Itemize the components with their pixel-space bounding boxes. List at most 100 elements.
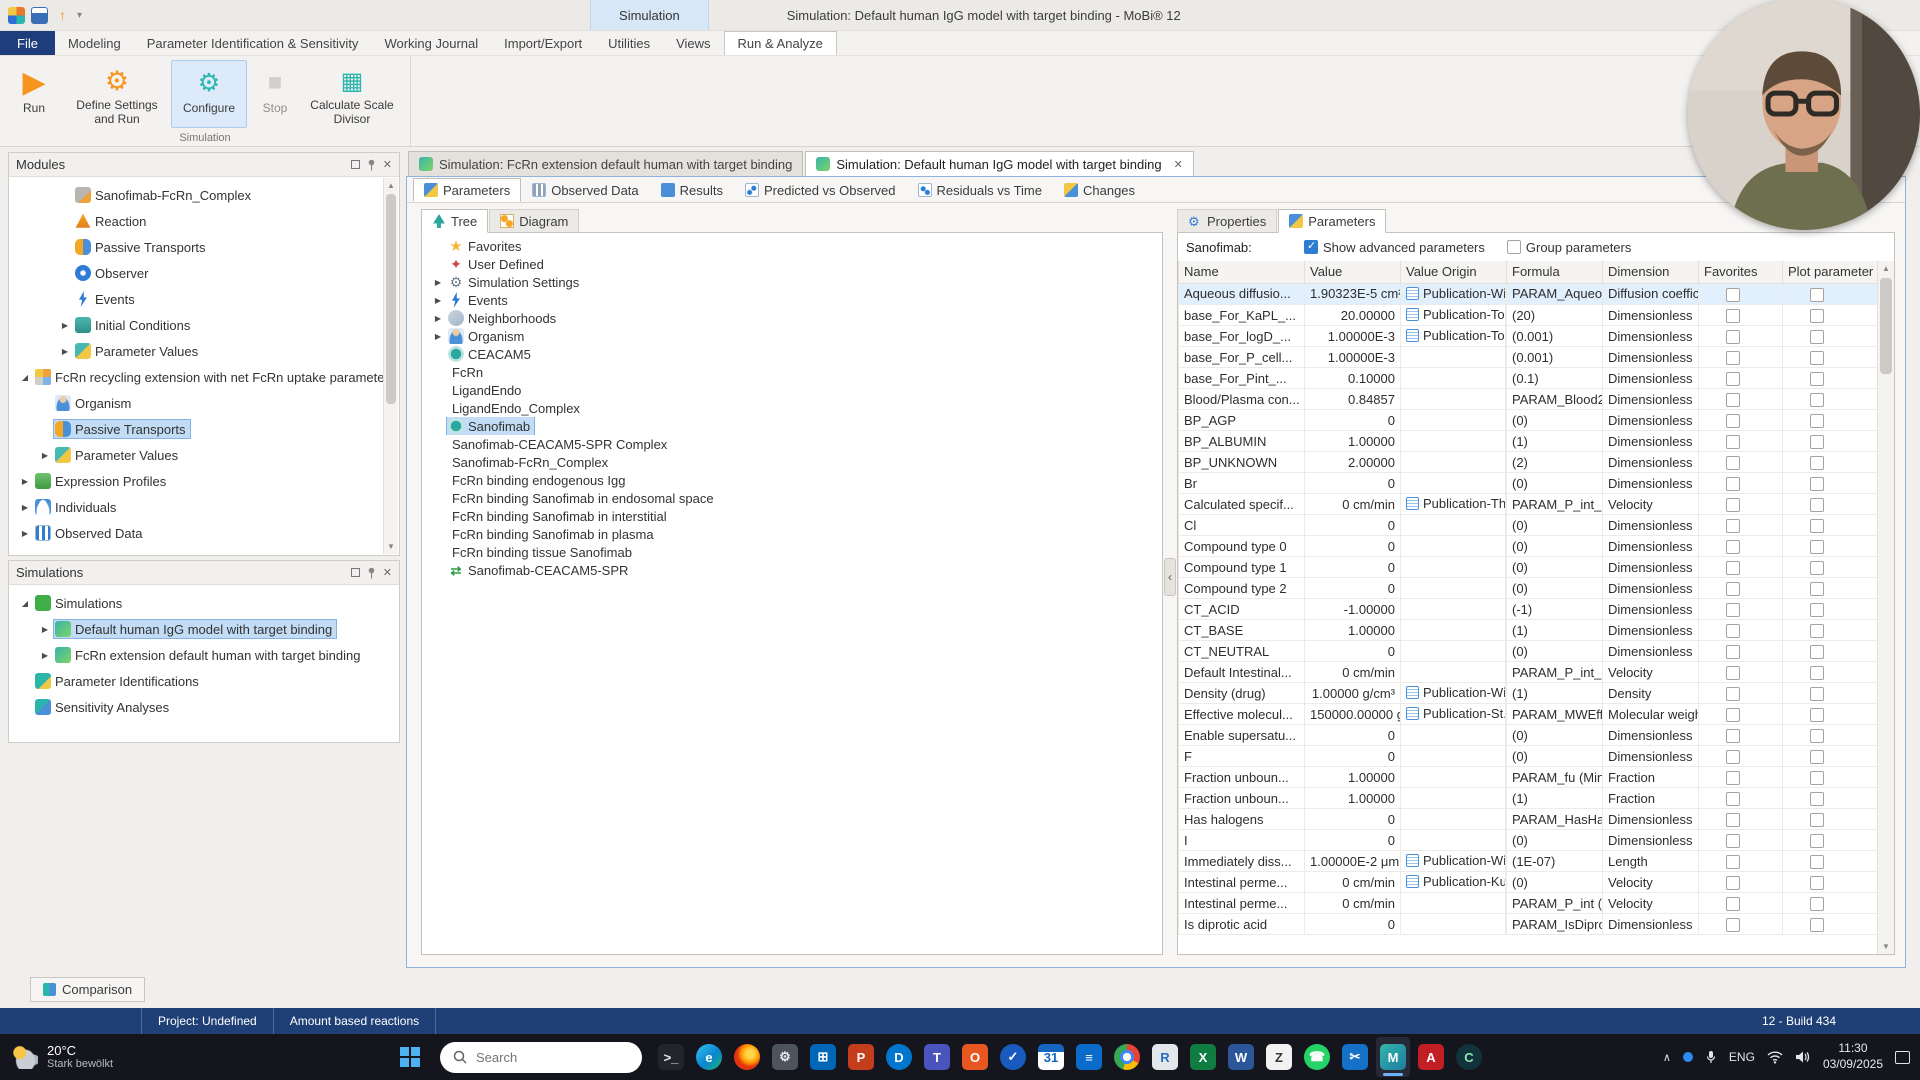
- table-row[interactable]: BP_ALBUMIN1.00000(1)Dimensionless: [1179, 431, 1878, 452]
- plot-parameter-checkbox[interactable]: [1810, 708, 1824, 722]
- tray-expand-icon[interactable]: ∧: [1663, 1051, 1671, 1064]
- taskbar-weather[interactable]: 20°C Stark bewölkt: [0, 1043, 200, 1072]
- expand-arrow-icon[interactable]: ▶: [17, 529, 33, 538]
- taskbar-icon-camtasia[interactable]: C: [1452, 1037, 1486, 1077]
- taskbar-icon-powerpoint[interactable]: P: [844, 1037, 878, 1077]
- plot-parameter-checkbox[interactable]: [1810, 372, 1824, 386]
- favorites-checkbox[interactable]: [1726, 750, 1740, 764]
- table-row[interactable]: Has halogens0PARAM_HasHalo...Dimensionle…: [1179, 809, 1878, 830]
- taskbar-icon-terminal[interactable]: >_: [654, 1037, 688, 1077]
- table-row[interactable]: base_For_P_cell...1.00000E-3(0.001)Dimen…: [1179, 347, 1878, 368]
- expand-arrow-icon[interactable]: ▶: [430, 278, 446, 287]
- taskbar-icon-edge[interactable]: e: [692, 1037, 726, 1077]
- ribbon-button-run[interactable]: Run: [5, 60, 63, 128]
- plot-parameter-checkbox[interactable]: [1810, 918, 1824, 932]
- favorites-checkbox[interactable]: [1726, 897, 1740, 911]
- tab-comparison[interactable]: Comparison: [30, 977, 145, 1002]
- plot-parameter-checkbox[interactable]: [1810, 750, 1824, 764]
- menu-parameter-identification-sensitivity[interactable]: Parameter Identification & Sensitivity: [134, 31, 372, 55]
- favorites-checkbox[interactable]: [1726, 918, 1740, 932]
- taskbar-icon-store[interactable]: ⊞: [806, 1037, 840, 1077]
- plot-parameter-checkbox[interactable]: [1810, 435, 1824, 449]
- taskbar-icon-transit[interactable]: ≡: [1072, 1037, 1106, 1077]
- tray-app-icon[interactable]: [1683, 1052, 1693, 1062]
- tree-item-individuals[interactable]: ▶Individuals: [9, 494, 399, 520]
- plot-parameter-checkbox[interactable]: [1810, 498, 1824, 512]
- mobi-logo-icon[interactable]: [8, 7, 25, 24]
- table-row[interactable]: CT_NEUTRAL0(0)Dimensionless: [1179, 641, 1878, 662]
- column-header-favorites[interactable]: Favorites: [1699, 261, 1783, 283]
- plot-parameter-checkbox[interactable]: [1810, 309, 1824, 323]
- plot-parameter-checkbox[interactable]: [1810, 729, 1824, 743]
- taskbar-icon-todo[interactable]: ✓: [996, 1037, 1030, 1077]
- column-header-plot-parameter[interactable]: Plot parameter: [1783, 261, 1878, 283]
- plot-parameter-checkbox[interactable]: [1810, 792, 1824, 806]
- table-row[interactable]: Compound type 10(0)Dimensionless: [1179, 557, 1878, 578]
- taskbar-icon-mobi[interactable]: M: [1376, 1037, 1410, 1077]
- favorites-checkbox[interactable]: [1726, 687, 1740, 701]
- favorites-checkbox[interactable]: [1726, 792, 1740, 806]
- collapse-arrow-icon[interactable]: ◢: [17, 599, 33, 608]
- expand-arrow-icon[interactable]: ▶: [37, 451, 53, 460]
- tree-item-fcrn-binding-sanofimab-in-interstitial[interactable]: FcRn binding Sanofimab in interstitial: [422, 507, 1162, 525]
- scroll-thumb[interactable]: [386, 194, 396, 404]
- tree-item-initial-conditions[interactable]: ▶Initial Conditions: [9, 312, 399, 338]
- table-row[interactable]: Density (drug)1.00000 g/cm³Publication-W…: [1179, 683, 1878, 704]
- menu-views[interactable]: Views: [663, 31, 723, 55]
- tree-item-fcrn-binding-endogenous-igg[interactable]: FcRn binding endogenous Igg: [422, 471, 1162, 489]
- favorites-checkbox[interactable]: [1726, 414, 1740, 428]
- detail-tab-properties[interactable]: Properties: [1177, 209, 1277, 233]
- export-icon[interactable]: ↑: [54, 7, 71, 24]
- tree-item-sanofimab-ceacam5-spr[interactable]: Sanofimab-CEACAM5-SPR: [422, 561, 1162, 579]
- document-tab[interactable]: Simulation: Default human IgG model with…: [805, 151, 1193, 176]
- table-row[interactable]: Compound type 00(0)Dimensionless: [1179, 536, 1878, 557]
- tree-item-organism[interactable]: Organism: [9, 390, 399, 416]
- tab-residuals-vs-time[interactable]: Residuals vs Time: [907, 178, 1053, 202]
- tab-parameters[interactable]: Parameters: [413, 178, 521, 202]
- close-panel-icon[interactable]: ✕: [383, 158, 392, 171]
- favorites-checkbox[interactable]: [1726, 708, 1740, 722]
- ribbon-button-define-settings-and-run[interactable]: Define Settings and Run: [65, 60, 169, 128]
- close-tab-icon[interactable]: ✕: [1174, 158, 1183, 171]
- pin-panel-icon[interactable]: [367, 567, 376, 579]
- tree-item-observer[interactable]: Observer: [9, 260, 399, 286]
- ribbon-button-configure[interactable]: Configure: [171, 60, 247, 128]
- favorites-checkbox[interactable]: [1726, 435, 1740, 449]
- plot-parameter-checkbox[interactable]: [1810, 330, 1824, 344]
- favorites-checkbox[interactable]: [1726, 645, 1740, 659]
- tab-predicted-vs-observed[interactable]: Predicted vs Observed: [734, 178, 907, 202]
- plot-parameter-checkbox[interactable]: [1810, 687, 1824, 701]
- taskbar-icon-settings[interactable]: ⚙: [768, 1037, 802, 1077]
- taskbar-icon-teams[interactable]: T: [920, 1037, 954, 1077]
- plot-parameter-checkbox[interactable]: [1810, 582, 1824, 596]
- table-row[interactable]: base_For_logD_...1.00000E-3Publication-T…: [1179, 326, 1878, 347]
- tree-item-default-human-igg-model-with-target-binding[interactable]: ▶Default human IgG model with target bin…: [9, 616, 399, 642]
- table-row[interactable]: Compound type 20(0)Dimensionless: [1179, 578, 1878, 599]
- menu-run-analyze[interactable]: Run & Analyze: [724, 31, 837, 55]
- float-panel-icon[interactable]: [351, 568, 360, 577]
- tree-item-favorites[interactable]: Favorites: [422, 237, 1162, 255]
- table-row[interactable]: F0(0)Dimensionless: [1179, 746, 1878, 767]
- tree-item-parameter-values[interactable]: ▶Parameter Values: [9, 338, 399, 364]
- expand-arrow-icon[interactable]: ▶: [57, 347, 73, 356]
- scroll-down-icon[interactable]: ▼: [1878, 939, 1894, 954]
- table-row[interactable]: I0(0)Dimensionless: [1179, 830, 1878, 851]
- checkbox-group-parameters[interactable]: Group parameters: [1507, 240, 1632, 255]
- plot-parameter-checkbox[interactable]: [1810, 477, 1824, 491]
- column-header-dimension[interactable]: Dimension: [1603, 261, 1699, 283]
- table-row[interactable]: Immediately diss...1.00000E-2 μmPublicat…: [1179, 851, 1878, 872]
- tree-item-fcrn[interactable]: FcRn: [422, 363, 1162, 381]
- tree-item-events[interactable]: Events: [9, 286, 399, 312]
- menu-import-export[interactable]: Import/Export: [491, 31, 595, 55]
- taskbar-icon-calendar[interactable]: 31: [1034, 1037, 1068, 1077]
- tree-item-fcrn-binding-sanofimab-in-plasma[interactable]: FcRn binding Sanofimab in plasma: [422, 525, 1162, 543]
- detail-tab-parameters[interactable]: Parameters: [1278, 209, 1386, 233]
- tree-item-sanofimab-ceacam5-spr-complex[interactable]: Sanofimab-CEACAM5-SPR Complex: [422, 435, 1162, 453]
- expand-arrow-icon[interactable]: ▶: [17, 503, 33, 512]
- ribbon-button-stop[interactable]: Stop: [249, 60, 301, 128]
- favorites-checkbox[interactable]: [1726, 729, 1740, 743]
- table-row[interactable]: BP_UNKNOWN2.00000(2)Dimensionless: [1179, 452, 1878, 473]
- tree-item-fcrn-binding-sanofimab-in-endosomal-space[interactable]: FcRn binding Sanofimab in endosomal spac…: [422, 489, 1162, 507]
- view-tab-diagram[interactable]: Diagram: [489, 209, 579, 233]
- tree-item-ligandendo-complex[interactable]: LigandEndo_Complex: [422, 399, 1162, 417]
